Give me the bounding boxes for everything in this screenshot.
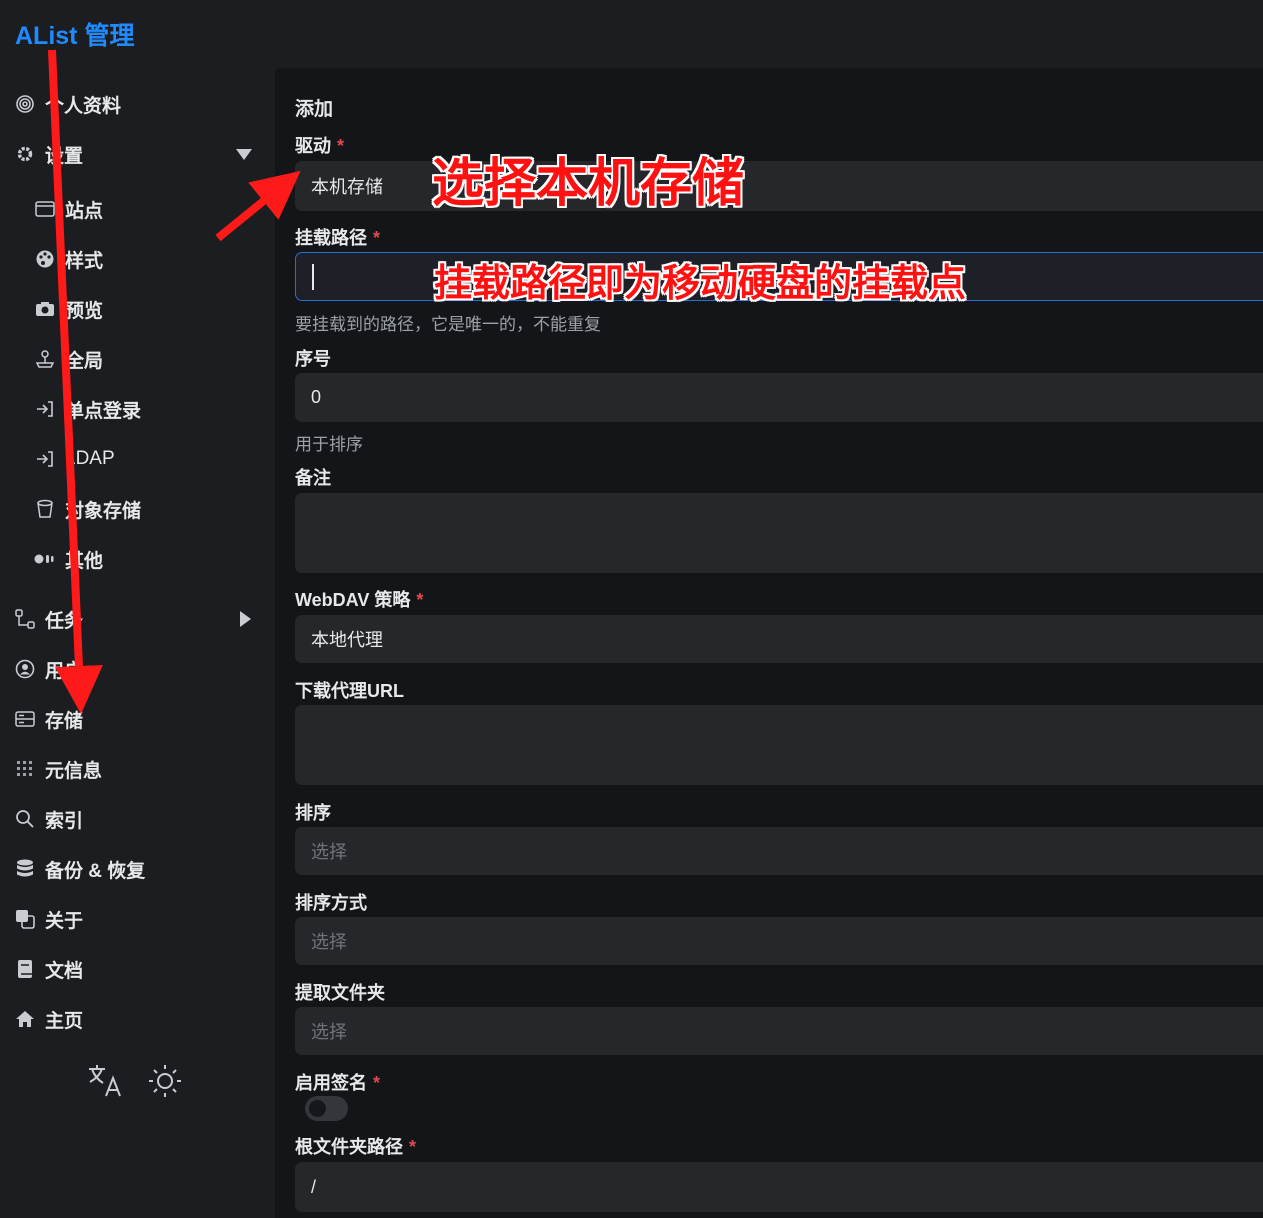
sidebar-item-about[interactable]: 关于 <box>0 897 275 941</box>
camera-icon <box>34 298 56 320</box>
root-folder-path-value: / <box>311 1176 317 1197</box>
window-icon <box>34 198 56 220</box>
driver-value: 本机存储 <box>311 177 383 197</box>
search-icon <box>14 808 36 830</box>
sidebar-item-sso[interactable]: 单点登录 <box>0 387 275 431</box>
order-direction-select[interactable]: 选择 <box>295 917 1263 965</box>
sidebar-item-label: 对象存储 <box>65 500 142 522</box>
enable-sign-toggle[interactable] <box>305 1096 348 1121</box>
sidebar-item-label: LDAP <box>65 448 115 469</box>
gear-icon <box>14 143 36 165</box>
sidebar-item-label: 站点 <box>65 200 104 222</box>
extract-folder-label: 提取文件夹 <box>295 983 385 1003</box>
webdav-policy-select[interactable]: 本地代理 <box>295 615 1263 663</box>
order-by-select[interactable]: 选择 <box>295 827 1263 875</box>
sidebar-item-home[interactable]: 主页 <box>0 997 275 1041</box>
webdav-policy-value: 本地代理 <box>311 630 383 650</box>
text-cursor <box>312 263 314 290</box>
sidebar-item-label: 元信息 <box>45 760 103 782</box>
driver-label: 驱动 * <box>295 136 345 156</box>
order-direction-placeholder: 选择 <box>311 932 347 952</box>
sidebar-item-label: 备份 & 恢复 <box>45 860 146 882</box>
webdav-policy-label: WebDAV 策略 * <box>295 590 424 610</box>
download-proxy-url-textarea[interactable] <box>295 705 1263 785</box>
sidebar-item-index[interactable]: 索引 <box>0 797 275 841</box>
sidebar-item-profile[interactable]: 个人资料 <box>0 82 275 126</box>
order-direction-label: 排序方式 <box>295 893 367 913</box>
extract-folder-placeholder: 选择 <box>311 1022 347 1042</box>
sidebar-item-preview[interactable]: 预览 <box>0 287 275 331</box>
copy-icon <box>14 908 36 930</box>
sidebar-item-label: 任务 <box>45 610 84 632</box>
sidebar-item-other[interactable]: 其他 <box>0 537 275 581</box>
login-icon <box>34 448 56 470</box>
sidebar-item-label: 文档 <box>45 960 84 982</box>
order-value: 0 <box>311 387 322 407</box>
sidebar-item-label: 用户 <box>45 660 84 682</box>
sidebar-item-label: 设置 <box>45 145 84 167</box>
extract-folder-select[interactable]: 选择 <box>295 1007 1263 1055</box>
sidebar-item-users[interactable]: 用户 <box>0 647 275 691</box>
chevron-down-icon[interactable] <box>236 148 252 160</box>
order-label: 序号 <box>295 349 331 369</box>
user-circle-icon <box>14 658 36 680</box>
flow-icon <box>14 608 36 630</box>
toggle-knob <box>309 1100 326 1117</box>
root-folder-path-label: 根文件夹路径 * <box>295 1137 417 1157</box>
fingerprint-icon <box>14 93 36 115</box>
storage-icon <box>14 708 36 730</box>
sidebar-item-label: 索引 <box>45 810 84 832</box>
bucket-icon <box>34 498 56 520</box>
brand-title[interactable]: AList 管理 <box>15 16 134 52</box>
joystick-icon <box>34 348 56 370</box>
remark-textarea[interactable] <box>295 493 1263 573</box>
sidebar-item-global[interactable]: 全局 <box>0 337 275 381</box>
palette-icon <box>34 248 56 270</box>
mount-path-help: 要挂载到的路径，它是唯一的，不能重复 <box>295 315 601 334</box>
annotation-mount-note: 挂载路径即为移动硬盘的挂载点 <box>434 261 967 305</box>
annotation-driver-note: 选择本机存储 <box>432 154 745 214</box>
sidebar-item-label: 主页 <box>45 1010 84 1032</box>
sidebar-item-style[interactable]: 样式 <box>0 237 275 281</box>
sidebar-item-meta[interactable]: 元信息 <box>0 747 275 791</box>
download-proxy-url-label: 下载代理URL <box>295 681 404 701</box>
enable-sign-label: 启用签名 * <box>295 1073 381 1093</box>
root-folder-path-input[interactable]: / <box>295 1162 1263 1212</box>
grid-icon <box>14 758 36 780</box>
sidebar-item-backup[interactable]: 备份 & 恢复 <box>0 847 275 891</box>
mount-path-label: 挂载路径 * <box>295 228 381 248</box>
order-by-label: 排序 <box>295 803 331 823</box>
book-icon <box>14 958 36 980</box>
translate-icon[interactable] <box>86 1062 124 1100</box>
sidebar-item-tasks[interactable]: 任务 <box>0 597 275 641</box>
chevron-right-icon[interactable] <box>240 611 251 627</box>
sidebar-item-label: 个人资料 <box>45 95 122 117</box>
home-icon <box>14 1008 36 1030</box>
sidebar-item-label: 关于 <box>45 910 84 932</box>
page-title: 添加 <box>295 99 334 120</box>
dots-icon <box>34 548 56 570</box>
sidebar-item-label: 其他 <box>65 550 104 572</box>
login-icon <box>34 398 56 420</box>
sidebar-item-label: 单点登录 <box>65 400 142 422</box>
sidebar-item-label: 预览 <box>65 300 104 322</box>
sidebar-item-settings[interactable]: 设置 <box>0 132 275 176</box>
sidebar-item-object-storage[interactable]: 对象存储 <box>0 487 275 531</box>
database-icon <box>14 858 36 880</box>
order-input[interactable]: 0 <box>295 373 1263 422</box>
sidebar-item-ldap[interactable]: LDAP <box>0 437 275 481</box>
top-bar: AList 管理 <box>0 0 1263 68</box>
sidebar-item-label: 样式 <box>65 250 104 272</box>
sun-icon[interactable] <box>146 1062 184 1100</box>
sidebar-item-label: 存储 <box>45 710 84 732</box>
sidebar-item-site[interactable]: 站点 <box>0 187 275 231</box>
order-by-placeholder: 选择 <box>311 842 347 862</box>
sidebar-item-docs[interactable]: 文档 <box>0 947 275 991</box>
order-help: 用于排序 <box>295 435 363 454</box>
remark-label: 备注 <box>295 468 331 488</box>
sidebar-item-storage[interactable]: 存储 <box>0 697 275 741</box>
sidebar-item-label: 全局 <box>65 350 104 372</box>
